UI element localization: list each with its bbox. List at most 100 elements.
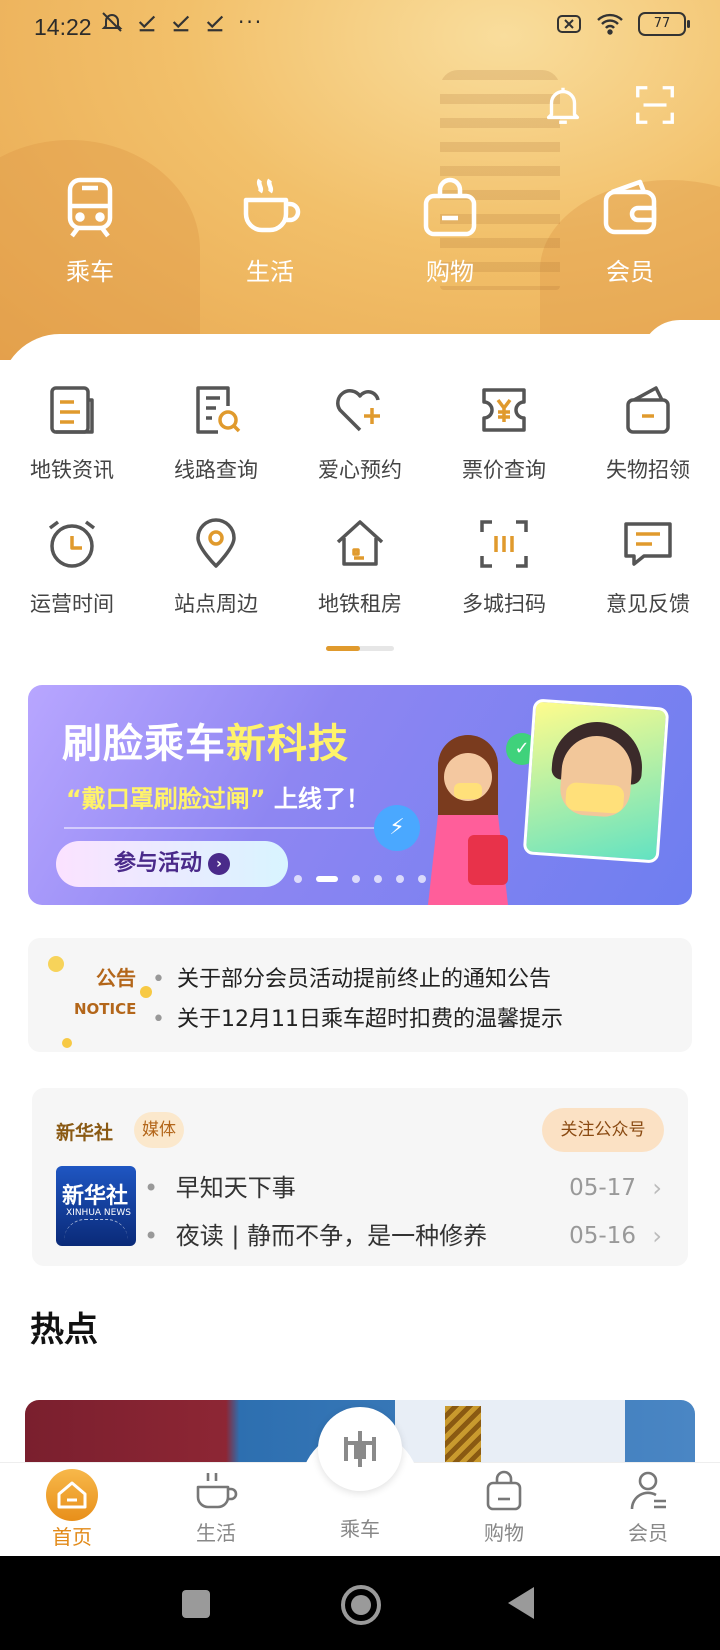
main-nav: 乘车 生活 购物 会员: [0, 176, 720, 287]
service-row: 运营时间 站点周边 地铁租房 多城扫码 意见反馈: [0, 516, 720, 650]
banner-title-a: 刷脸乘车: [62, 721, 226, 767]
notice-badge-cn: 公告: [96, 966, 136, 990]
notice-board: 公告 NOTICE 关于部分会员活动提前终止的通知公告 关于12月11日乘车超时…: [28, 938, 692, 1052]
media-name: 新华社: [56, 1122, 114, 1144]
service-feedback[interactable]: 意见反馈: [576, 516, 720, 650]
tab-home[interactable]: 首页: [0, 1469, 144, 1550]
service-operating-hours[interactable]: 运营时间: [0, 516, 144, 650]
tab-ride-label: 乘车: [340, 1517, 380, 1541]
grid-page-indicator: [326, 646, 394, 651]
status-notifications: ···: [100, 10, 263, 34]
house-icon: [336, 520, 384, 566]
service-multi-city-scan[interactable]: 多城扫码: [432, 516, 576, 650]
service-lost-found[interactable]: 失物招领: [576, 382, 720, 516]
article-date: 05-16: [569, 1223, 636, 1249]
chevron-right-icon: ›: [652, 1174, 662, 1202]
alarm-clock-icon: [48, 520, 96, 568]
scan-icon[interactable]: [632, 82, 678, 128]
status-system-icons: 77: [556, 12, 690, 36]
service-metro-rental[interactable]: 地铁租房: [288, 516, 432, 650]
service-route-search[interactable]: 线路查询: [144, 382, 288, 516]
metro-logo-icon: [344, 1431, 376, 1467]
media-article-row[interactable]: 早知天下事 05-17 ›: [144, 1166, 664, 1210]
location-pin-icon: [196, 518, 236, 568]
banner-subtitle: “戴口罩刷脸过闸” 上线了！: [66, 779, 370, 814]
carousel-dot[interactable]: [396, 875, 404, 883]
service-label: 线路查询: [174, 458, 258, 482]
decorative-dot: [48, 956, 64, 972]
nav-life[interactable]: 生活: [180, 176, 360, 287]
shopping-bag-icon: [423, 177, 477, 237]
service-label: 地铁租房: [318, 592, 402, 616]
banner-title-b: 新科技: [226, 721, 349, 767]
illustration-mask: [564, 781, 625, 814]
notice-item[interactable]: 关于部分会员活动提前终止的通知公告: [152, 960, 563, 1000]
nav-member[interactable]: 会员: [540, 176, 720, 287]
sim-off-icon: [557, 15, 581, 33]
battery-indicator: 77: [638, 12, 690, 36]
service-station-nearby[interactable]: 站点周边: [144, 516, 288, 650]
notice-item[interactable]: 关于12月11日乘车超时扣费的温馨提示: [152, 1000, 563, 1040]
nav-member-label: 会员: [606, 258, 654, 286]
carousel-dot[interactable]: [352, 875, 360, 883]
carousel-dot-active[interactable]: [316, 876, 338, 882]
home-icon-circle: [46, 1469, 98, 1521]
home-icon: [57, 1481, 87, 1509]
promo-banner[interactable]: 刷脸乘车新科技 “戴口罩刷脸过闸” 上线了！ 参与活动 › ⚡ ✓: [28, 685, 692, 905]
system-navigation-bar: [0, 1556, 720, 1650]
decorative-dot: [140, 986, 152, 998]
top-actions: [540, 82, 678, 128]
shopping-bag-icon: [486, 1470, 522, 1511]
hot-section-title: 热点: [30, 1310, 98, 1350]
nav-ride[interactable]: 乘车: [0, 176, 180, 287]
service-fare-search[interactable]: 票价查询: [432, 382, 576, 516]
home-button[interactable]: [341, 1585, 381, 1625]
logo-text-cn: 新华社: [62, 1184, 129, 1209]
article-title: 夜读 | 静而不争，是一种修养: [175, 1222, 488, 1250]
service-label: 意见反馈: [606, 592, 690, 616]
service-row: 地铁资讯 线路查询 爱心预约 票价查询 失物招领: [0, 382, 720, 516]
xinhua-logo: 新华社 XINHUA NEWS: [56, 1166, 136, 1246]
battery-level: 77: [653, 16, 671, 31]
chevron-right-icon: ›: [208, 853, 230, 875]
scan-code-icon: [480, 520, 528, 568]
notice-badge-en: NOTICE: [74, 1000, 137, 1018]
media-article-row[interactable]: 夜读 | 静而不争，是一种修养 05-16 ›: [144, 1214, 664, 1258]
bell-icon[interactable]: [540, 82, 586, 128]
carousel-dot[interactable]: [418, 875, 426, 883]
service-care-booking[interactable]: 爱心预约: [288, 382, 432, 516]
fare-ticket-icon: [482, 388, 526, 432]
more-icon: ···: [238, 10, 264, 34]
article-title: 早知天下事: [175, 1174, 296, 1202]
coffee-cup-icon: [196, 1473, 238, 1509]
follow-account-button[interactable]: 关注公众号: [542, 1108, 664, 1152]
service-label: 失物招领: [606, 458, 690, 482]
tab-ride-button[interactable]: [318, 1407, 402, 1491]
nav-shop[interactable]: 购物: [360, 176, 540, 287]
notice-badge: 公告 NOTICE: [48, 956, 158, 1048]
carousel-dot[interactable]: [374, 875, 382, 883]
tab-member[interactable]: 会员: [576, 1469, 720, 1546]
status-bar: 14:22 ··· 77: [0, 0, 720, 54]
logo-network-graphic: [64, 1219, 128, 1240]
news-doc-icon: [50, 386, 94, 434]
join-activity-label: 参与活动: [113, 851, 202, 876]
lost-bag-icon: [626, 386, 670, 434]
coffee-cup-icon: [243, 178, 301, 233]
wifi-icon: [597, 13, 623, 35]
tab-shop[interactable]: 购物: [432, 1469, 576, 1546]
article-date: 05-17: [569, 1175, 636, 1201]
join-activity-button[interactable]: 参与活动 ›: [56, 841, 288, 887]
back-button[interactable]: [508, 1587, 534, 1619]
media-tag: 媒体: [134, 1112, 184, 1148]
tab-life[interactable]: 生活: [144, 1469, 288, 1546]
face-scan-screen: [522, 698, 670, 864]
carousel-dot[interactable]: [294, 875, 302, 883]
train-icon: [67, 177, 113, 238]
tab-shop-label: 购物: [484, 1521, 524, 1545]
chevron-right-icon: ›: [652, 1222, 662, 1250]
check-icon: [206, 15, 224, 32]
heart-plus-icon: [336, 389, 380, 432]
service-metro-news[interactable]: 地铁资讯: [0, 382, 144, 516]
recent-apps-button[interactable]: [182, 1590, 210, 1618]
